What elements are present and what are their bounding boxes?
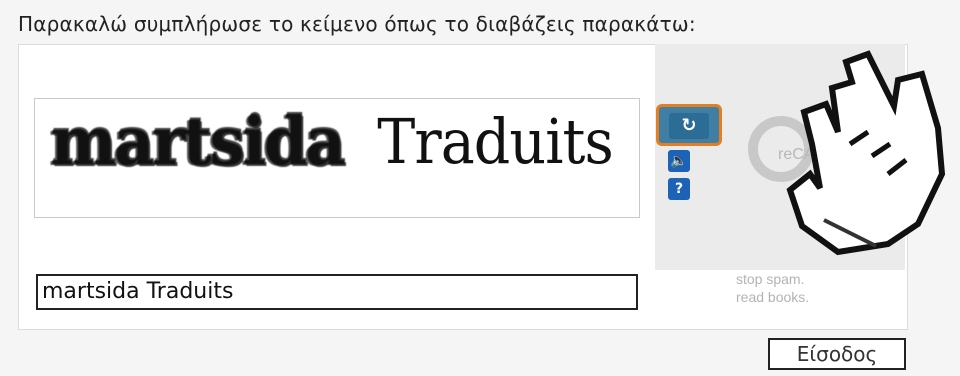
refresh-icon: ↻	[669, 113, 709, 139]
tagline-line-1: stop spam.	[736, 271, 805, 287]
captcha-answer-input[interactable]: martsida Traduits	[36, 274, 638, 310]
audio-button[interactable]: 🔈	[668, 150, 690, 172]
submit-button[interactable]: Είσοδος	[768, 338, 906, 370]
captcha-word-2: Traduits	[377, 105, 615, 178]
refresh-button[interactable]: ↻	[656, 104, 722, 146]
hand-pointer-icon	[786, 50, 946, 256]
captcha-prompt: Παρακαλώ συμπλήρωσε το κείμενο όπως το δ…	[18, 12, 696, 36]
help-icon: ?	[674, 181, 684, 197]
help-button[interactable]: ?	[668, 178, 690, 200]
recaptcha-tagline: stop spam. read books.	[736, 270, 809, 306]
audio-icon: 🔈	[670, 153, 688, 169]
captcha-word-1: martsida	[50, 103, 345, 180]
tagline-line-2: read books.	[736, 289, 810, 305]
captcha-image: martsida Traduits	[34, 98, 640, 218]
